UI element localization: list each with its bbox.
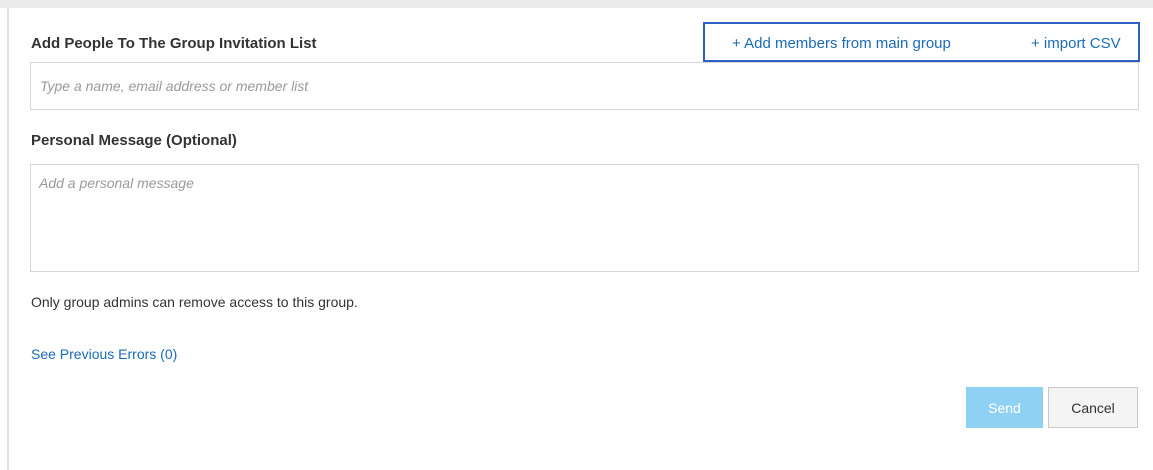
cancel-button[interactable]: Cancel bbox=[1048, 387, 1138, 428]
import-csv-link[interactable]: + import CSV bbox=[1031, 35, 1121, 52]
send-button[interactable]: Send bbox=[966, 387, 1043, 428]
see-previous-errors-link[interactable]: See Previous Errors (0) bbox=[31, 346, 177, 362]
personal-message-heading: Personal Message (Optional) bbox=[31, 132, 237, 149]
add-members-from-main-group-link[interactable]: + Add members from main group bbox=[732, 35, 951, 52]
member-actions-highlight: + Add members from main group + import C… bbox=[703, 22, 1140, 62]
admin-access-note: Only group admins can remove access to t… bbox=[31, 294, 358, 310]
top-divider bbox=[0, 0, 1153, 8]
personal-message-textarea[interactable] bbox=[30, 164, 1139, 272]
invitee-search-input[interactable] bbox=[30, 62, 1139, 110]
left-panel-border bbox=[7, 8, 9, 470]
invite-list-heading: Add People To The Group Invitation List bbox=[31, 35, 317, 52]
